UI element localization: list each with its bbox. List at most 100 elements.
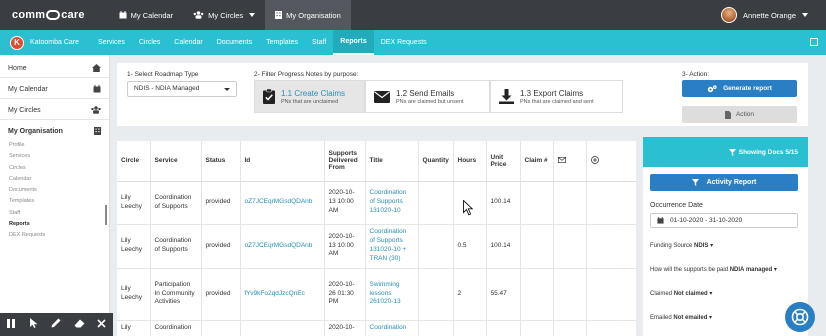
showing-docs-header: Showing Docs 5/15 — [643, 137, 808, 167]
tab-documents[interactable]: Documents — [210, 30, 259, 55]
funding-value: NDIS — [694, 243, 709, 249]
cell-id-link[interactable]: oZ7JCEqrMGsdQDAnb — [240, 181, 325, 225]
col-header-status[interactable]: Status — [201, 141, 241, 182]
top-nav-my-calendar[interactable]: My Calendar — [109, 0, 184, 30]
step-title: 1.2 Send Emails — [396, 88, 455, 98]
step-create-claims[interactable]: 1.1 Create Claims PNs that are unclaimed — [254, 80, 365, 113]
tab-calendar[interactable]: Calendar — [167, 30, 209, 55]
sidebar-sub-profile[interactable]: Profile — [0, 140, 109, 151]
cell-claim — [520, 181, 554, 225]
col-header-hours[interactable]: Hours — [453, 141, 487, 182]
tab-reports[interactable]: Reports — [333, 30, 374, 55]
sidebar-item-label: My Circles — [8, 106, 41, 114]
cell-email — [553, 181, 587, 225]
col-header-quantity[interactable]: Quantity — [418, 141, 454, 182]
cell-id-link[interactable] — [240, 320, 325, 336]
cell-title-link[interactable]: Coordination of Supports 131020-10 + TRA… — [365, 224, 419, 269]
funding-source-filter[interactable]: Funding Source NDIS ▾ — [650, 234, 808, 258]
caret-down-icon: ▾ — [709, 315, 713, 321]
tab-templates[interactable]: Templates — [259, 30, 305, 55]
sidebar-item-my-calendar[interactable]: My Calendar — [0, 80, 109, 98]
cell-extra — [586, 181, 636, 225]
tab-staff[interactable]: Staff — [305, 30, 333, 55]
tab-circles[interactable]: Circles — [132, 30, 167, 55]
user-name: Annette Orange — [743, 10, 796, 20]
col-header-unit-price[interactable]: Unit Price — [486, 141, 521, 182]
logo-text-b: care — [61, 9, 85, 21]
date-range-input[interactable]: 01-10-2020 - 31-10-2020 — [650, 213, 798, 228]
expand-icon[interactable] — [810, 38, 818, 46]
sidebar-sub-documents[interactable]: Documents — [0, 185, 109, 196]
filter-icon — [691, 179, 699, 186]
cell-title-link[interactable]: Coordination of Supports 131020-10 — [365, 181, 419, 225]
sidebar-item-home[interactable]: Home — [0, 59, 109, 77]
step-send-emails[interactable]: 1.2 Send Emails PNs are claimed but unse… — [365, 80, 490, 113]
org-name[interactable]: Katoomba Care — [30, 39, 79, 46]
cell-quantity — [418, 224, 454, 269]
roadmap-select[interactable]: NDIS - NDIA Managed — [127, 81, 237, 97]
payment-method-filter[interactable]: How will the supports be paid NDIA manag… — [650, 258, 808, 282]
tab-dex-requests[interactable]: DEX Requests — [374, 30, 434, 55]
commcare-logo[interactable]: comm care — [12, 9, 85, 21]
sidebar-sub-services[interactable]: Services — [0, 151, 109, 162]
claimed-label: Claimed — [650, 291, 673, 297]
cell-hours: 0.5 — [453, 224, 487, 269]
sidebar-sub-dex-requests[interactable]: DEX Requests — [0, 230, 109, 241]
org-tabs: Services Circles Calendar Documents Temp… — [91, 30, 434, 55]
eraser-icon[interactable] — [71, 319, 87, 331]
report-table-panel: Circle Service Status Id Supports Delive… — [117, 141, 636, 336]
sidebar-sub-calendar[interactable]: Calendar — [0, 174, 109, 185]
pause-icon[interactable] — [3, 318, 19, 331]
sidebar-sub-templates[interactable]: Templates — [0, 196, 109, 207]
chevron-down-icon — [224, 88, 230, 91]
sidebar-item-my-organisation[interactable]: My Organisation — [0, 122, 109, 140]
col-header-claim[interactable]: Claim # — [520, 141, 554, 182]
cell-service: Coordination of Supports — [150, 181, 202, 225]
col-header-email[interactable] — [553, 141, 587, 182]
org-badge[interactable]: K — [10, 35, 24, 50]
document-icon — [724, 110, 731, 119]
col-header-title[interactable]: Title — [365, 141, 419, 182]
col-header-id[interactable]: Id — [240, 141, 325, 182]
action-button[interactable]: Action — [682, 106, 797, 123]
table-row[interactable]: Lily Leechy Coordination of Supports pro… — [117, 181, 636, 225]
close-icon[interactable] — [94, 318, 110, 331]
tab-services[interactable]: Services — [91, 30, 132, 55]
cell-circle: Lily — [117, 320, 151, 336]
col-header-circle[interactable]: Circle — [117, 141, 151, 182]
top-nav-my-organisation[interactable]: My Organisation — [265, 0, 351, 30]
cell-id-link[interactable]: oZ7JCEqrMGsdQDAnb — [240, 224, 325, 269]
col-header-service[interactable]: Service — [150, 141, 202, 182]
col-header-supports-from[interactable]: Supports Delivered From — [324, 141, 366, 182]
cell-extra — [586, 268, 636, 321]
cell-title-link[interactable]: Swimming lessons 261020-13 — [365, 268, 419, 321]
table-row[interactable]: Lily Coordination 2020-10- Coordination — [117, 320, 636, 336]
col-header-add[interactable] — [586, 141, 636, 182]
sidebar-sub-reports[interactable]: Reports — [0, 219, 109, 230]
top-nav-my-circles[interactable]: My Circles — [183, 0, 265, 30]
cell-status: provided — [201, 224, 241, 269]
activity-report-button[interactable]: Activity Report — [650, 174, 798, 191]
cell-title-link[interactable]: Coordination — [365, 320, 419, 336]
sidebar-item-my-circles[interactable]: My Circles — [0, 101, 109, 119]
table-row[interactable]: Lily Leechy Coordination of Supports pro… — [117, 224, 636, 269]
sidebar-sub-circles[interactable]: Circles — [0, 163, 109, 174]
top-nav-label: My Circles — [208, 10, 244, 20]
sidebar-sub-staff[interactable]: Staff — [0, 208, 109, 219]
roadmap-value: NDIS - NDIA Managed — [134, 85, 200, 92]
pointer-icon[interactable] — [26, 318, 42, 331]
claimed-filter[interactable]: Claimed Not claimed ▾ — [650, 282, 808, 306]
step-export-claims[interactable]: 1.3 Export Claims PNs that are claimed a… — [490, 80, 623, 113]
table-row[interactable]: Lily Leechy Participation In Community A… — [117, 268, 636, 321]
user-menu[interactable]: Annette Orange — [721, 0, 808, 30]
cell-unit-price: 55.47 — [486, 268, 521, 321]
help-button[interactable] — [785, 302, 815, 332]
generate-report-label: Generate report — [723, 85, 772, 92]
cell-circle: Lily Leechy — [117, 224, 151, 269]
pen-icon[interactable] — [48, 318, 64, 331]
cell-id-link[interactable]: fYv9kFo2qdJzcQnEc — [240, 268, 325, 321]
activity-report-label: Activity Report — [706, 179, 757, 186]
generate-report-button[interactable]: Generate report — [682, 80, 797, 97]
action-label: 3- Action: — [682, 71, 710, 78]
sidebar-scrollbar[interactable] — [105, 205, 107, 225]
